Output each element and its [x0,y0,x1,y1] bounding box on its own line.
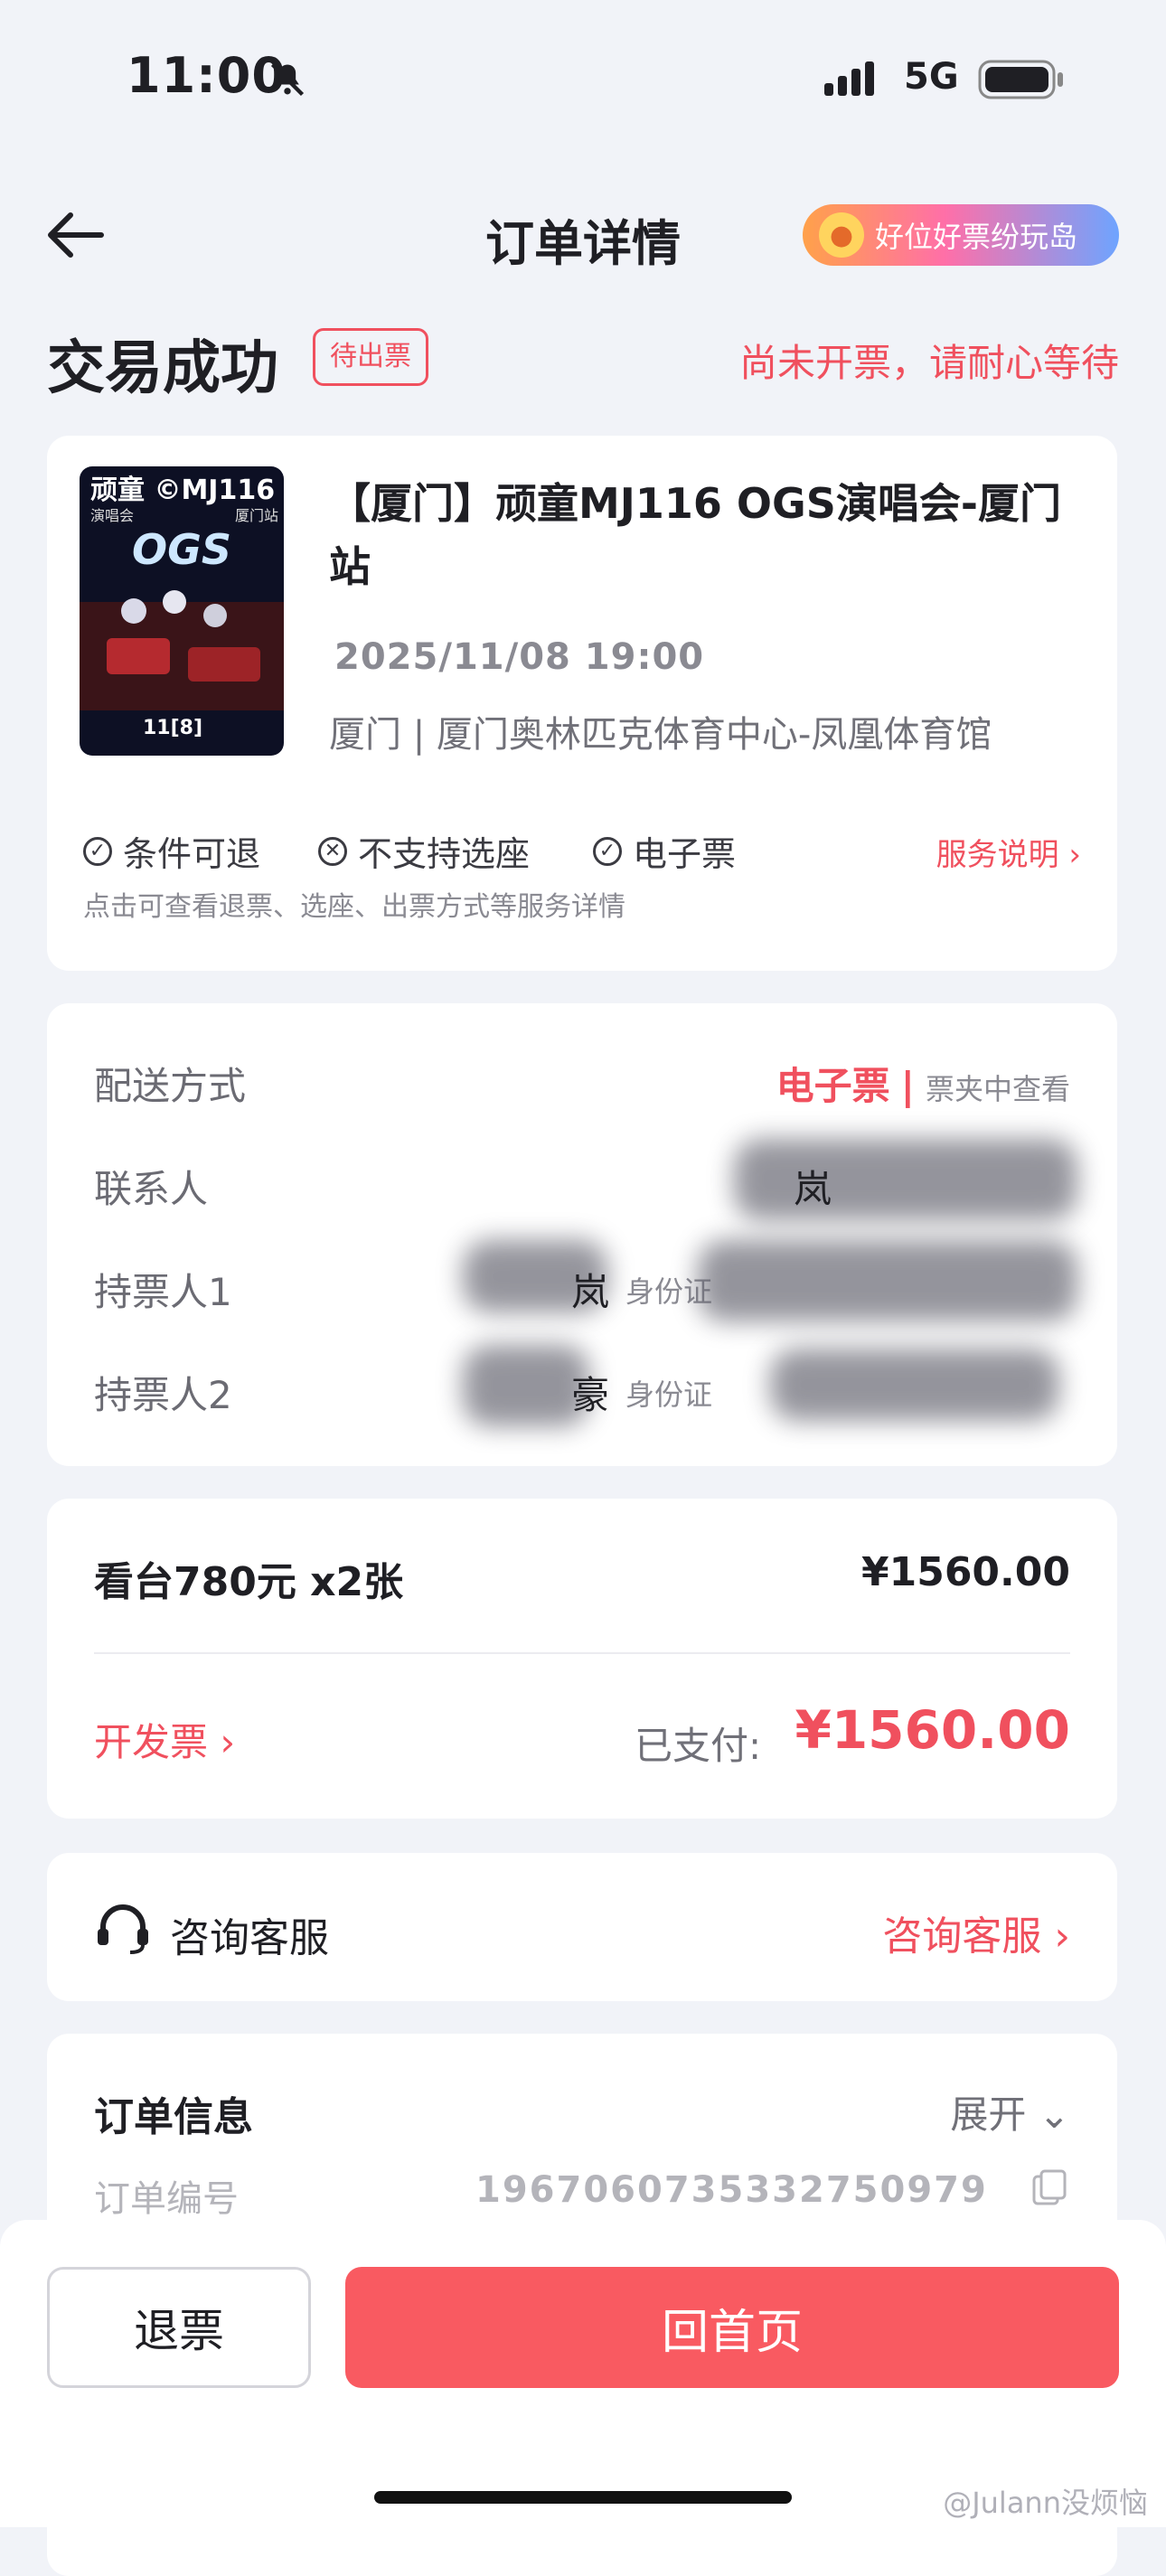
holder1-name: 岚 [571,1270,610,1314]
service-label: 不支持选座 [358,834,531,874]
service-label: 电子票 [633,834,737,874]
invoice-label: 开发票 [94,1720,209,1764]
service-eticket: ✓ 电子票 [593,826,736,876]
x-circle-icon: ✕ [318,836,347,866]
holder2-id-label: 身份证 [625,1377,713,1412]
delivery-type: 电子票 [776,1064,890,1108]
refund-button[interactable]: 退票 [47,2267,311,2388]
contact-label: 联系人 [94,1167,209,1211]
order-number-label: 订单编号 [94,2178,239,2220]
redaction-blur [463,1345,589,1426]
delivery-card: 配送方式 电子票 | 票夹中查看 联系人 岚 持票人1 岚 身份证 持票人2 豪 身… [47,1003,1117,1466]
holder1-label: 持票人1 [94,1270,232,1314]
bear-icon: ● [819,212,864,258]
service-info-label: 服务说明 [936,837,1059,873]
service-hint: 点击可查看退票、选座、出票方式等服务详情 [83,891,625,923]
battery-icon [978,60,1065,103]
show-datetime: 2025/11/08 19:00 [334,636,705,678]
service-info-link[interactable]: 服务说明 › [936,830,1081,874]
invoice-link[interactable]: 开发票 › [94,1712,235,1767]
redaction-blur [734,1139,1077,1220]
poster-logo: OGS [132,525,231,574]
chevron-down-icon: ⌄ [1038,2092,1070,2137]
poster-city: 厦门站 [235,507,278,524]
delivery-sub: 票夹中查看 [925,1072,1070,1106]
order-info-title: 订单信息 [94,2094,253,2140]
chevron-right-icon: › [1068,837,1081,873]
paid-amount: ¥1560.00 [795,1699,1070,1761]
support-card[interactable]: 咨询客服 咨询客服 › [47,1853,1117,2001]
chevron-right-icon: › [220,1720,236,1764]
copy-icon[interactable] [1030,2167,1070,2211]
divider [94,1652,1070,1654]
expand-label: 展开 [950,2092,1027,2137]
holder2-label: 持票人2 [94,1373,232,1417]
holder2-name: 豪 [571,1373,610,1417]
poster-date: 11[8] [143,717,202,739]
show-title: 【厦门】顽童MJ116 OGS演唱会-厦门站 [329,479,1062,591]
show-poster: 顽童 ©MJ116 演唱会 厦门站 OGS 11[8] [80,466,284,756]
paid-label: 已支付: [635,1724,762,1768]
poster-brand: 顽童 ©MJ116 [90,475,275,506]
status-time: 11:00 [127,47,287,104]
support-label: 咨询客服 [170,1914,329,1961]
order-number: 1967060735332750979 [475,2169,988,2211]
support-row: 咨询客服 [94,1904,329,1964]
check-circle-icon: ✓ [593,836,622,866]
show-card[interactable]: 顽童 ©MJ116 演唱会 厦门站 OGS 11[8] 【厦门】顽童MJ116 … [47,436,1117,971]
home-indicator [374,2491,792,2504]
promo-label: 好位好票纷玩岛 [875,220,1078,254]
bell-muted-icon [268,60,307,103]
support-link[interactable]: 咨询客服 › [882,1904,1070,1961]
check-circle-icon: ✓ [83,836,112,866]
status-note: 尚未开票，请耐心等待 [738,341,1119,385]
price-card: 看台780元 x2张 ¥1560.00 开发票 › 已支付: ¥1560.00 [47,1499,1117,1819]
support-link-label: 咨询客服 [882,1913,1042,1960]
service-refundable: ✓ 条件可退 [83,826,260,876]
status-badge: 待出票 [313,328,428,386]
service-no-seat: ✕ 不支持选座 [318,826,530,876]
poster-sub: 演唱会 [90,507,134,524]
show-venue: 厦门 | 厦门奥林匹克体育中心-凤凰体育馆 [329,714,992,756]
promo-badge[interactable]: ● 好位好票纷玩岛 [803,204,1119,266]
network-type: 5G [904,56,959,98]
home-button[interactable]: 回首页 [345,2267,1119,2388]
redaction-blur [698,1240,1077,1321]
service-label: 条件可退 [123,834,261,874]
contact-name: 岚 [794,1167,832,1211]
ticket-amount: ¥1560.00 [860,1549,1070,1595]
signal-icon [824,60,888,99]
redaction-blur [770,1349,1059,1421]
watermark: @Julann没烦恼 [943,2486,1148,2520]
headset-icon [94,1904,152,1964]
chevron-right-icon: › [1054,1913,1070,1960]
delivery-value[interactable]: 电子票 | 票夹中查看 [776,1056,1070,1111]
order-status-title: 交易成功 [47,335,278,402]
expand-toggle[interactable]: 展开 ⌄ [950,2084,1070,2139]
ticket-item: 看台780元 x2张 [94,1559,404,1605]
delivery-label: 配送方式 [94,1064,247,1108]
